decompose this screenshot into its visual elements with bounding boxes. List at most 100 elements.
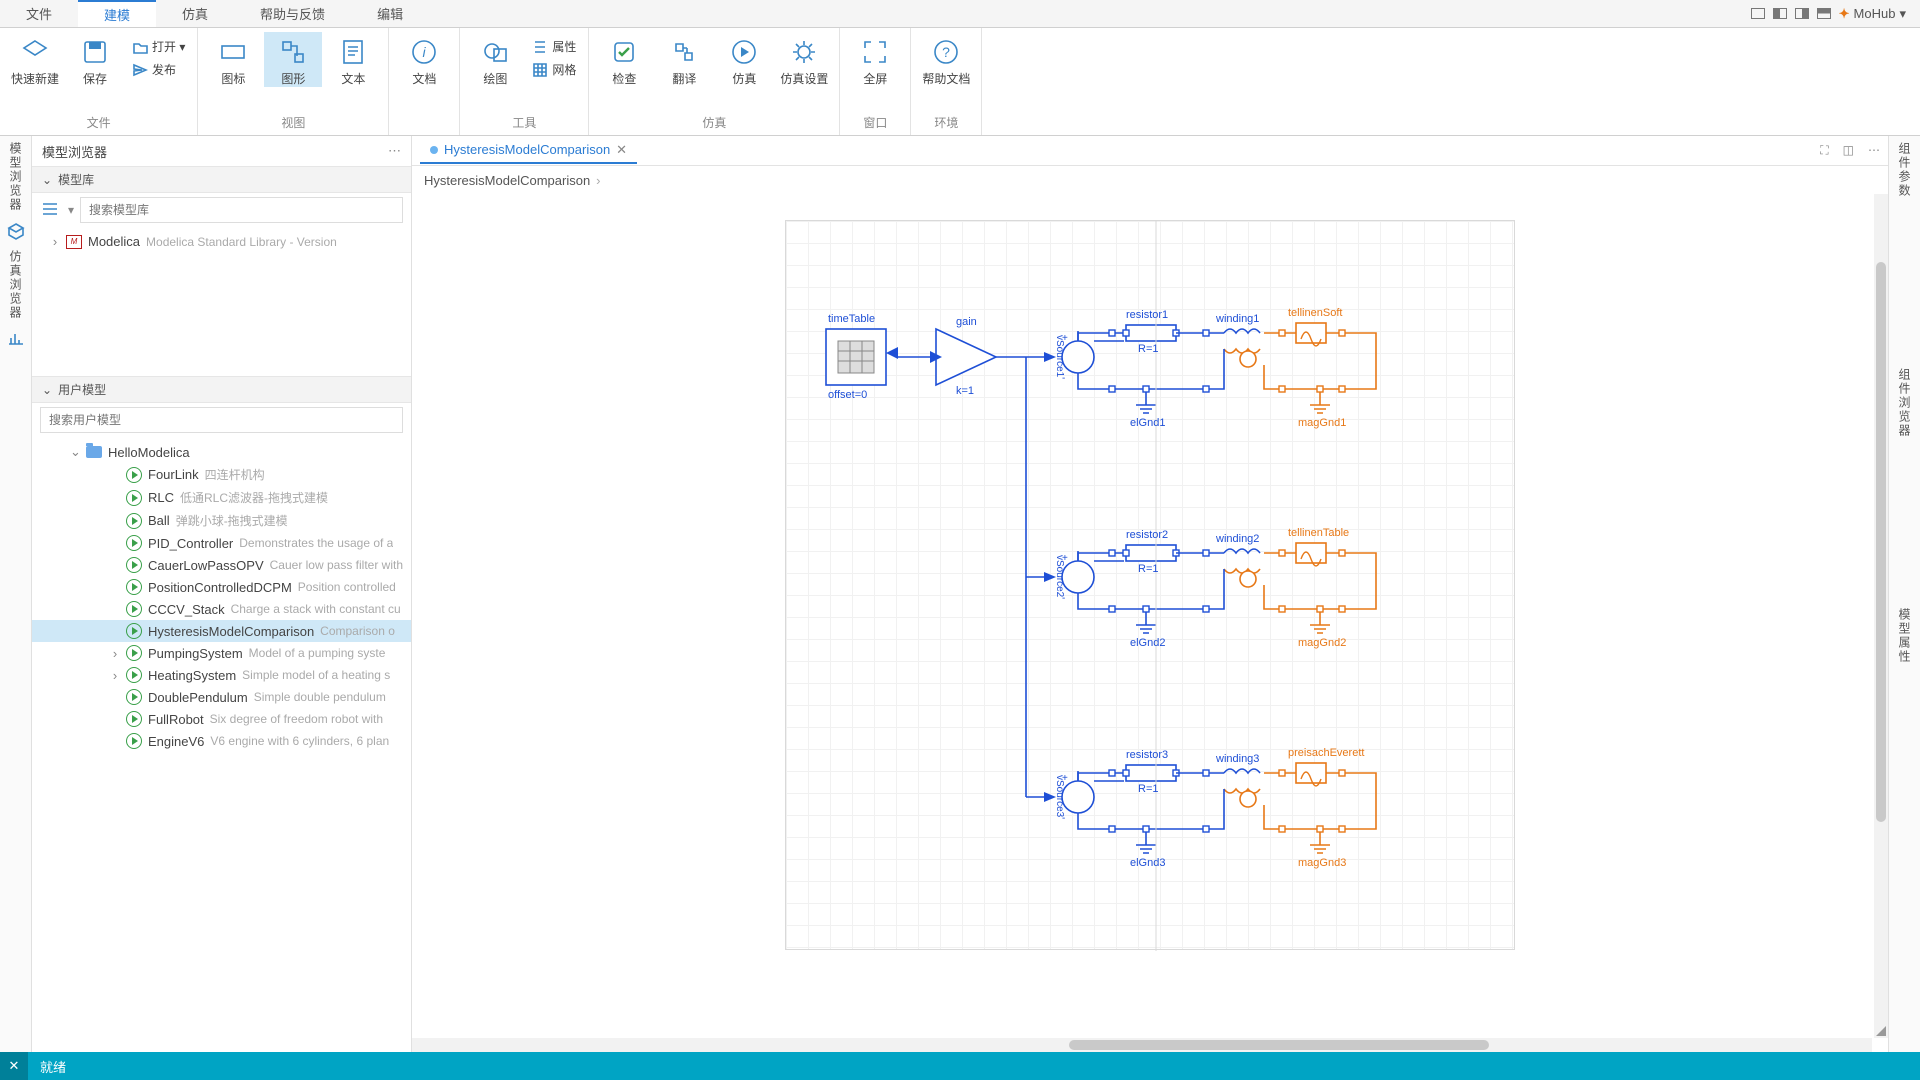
draw-button[interactable]: 绘图 <box>466 32 524 87</box>
play-icon <box>126 667 142 683</box>
diagram-label: vSource3 <box>1054 775 1065 817</box>
text-view-button[interactable]: 文本 <box>324 32 382 87</box>
group-label-file: 文件 <box>87 112 111 135</box>
status-bar: ✕ 就绪 <box>0 1052 1920 1080</box>
tool-more-icon[interactable]: ⋯ <box>1868 143 1880 158</box>
play-icon <box>126 623 142 639</box>
modellib-search-input[interactable] <box>80 197 403 223</box>
play-icon <box>126 513 142 529</box>
right-strip-comp-params[interactable]: 组件参数 <box>1896 142 1913 198</box>
play-icon <box>126 467 142 483</box>
status-close-icon[interactable]: ✕ <box>0 1052 28 1080</box>
diagram-label: R=1 <box>1138 343 1159 355</box>
modellib-root[interactable]: ›M Modelica Modelica Standard Library - … <box>32 231 411 252</box>
horizontal-scrollbar[interactable] <box>412 1038 1872 1052</box>
vertical-scrollbar[interactable] <box>1874 194 1888 1038</box>
cube-icon <box>7 222 25 240</box>
diagram-label: elGnd1 <box>1130 417 1165 429</box>
play-icon <box>126 579 142 595</box>
right-strip: 组件参数 组件浏览器 模型属性 <box>1888 136 1920 1052</box>
brand[interactable]: ✦MoHub ▾ <box>1839 6 1906 22</box>
diagram-label: magGnd2 <box>1298 637 1346 649</box>
usermodel-item-PumpingSystem[interactable]: ›PumpingSystem Model of a pumping syste <box>32 642 411 664</box>
group-label-sim: 仿真 <box>702 112 726 135</box>
diagram-label: elGnd3 <box>1130 857 1165 869</box>
usermodel-item-RLC[interactable]: RLC 低通RLC滤波器-拖拽式建模 <box>32 486 411 509</box>
menutab-model[interactable]: 建模 <box>78 0 156 27</box>
icon-view-button[interactable]: 图标 <box>204 32 262 87</box>
play-icon <box>126 490 142 506</box>
tool-icon-1[interactable]: ⛶ <box>1820 143 1828 158</box>
browser-more-icon[interactable]: ⋯ <box>388 143 401 159</box>
document-tab[interactable]: HysteresisModelComparison ✕ <box>420 138 637 164</box>
modified-dot-icon <box>430 146 438 154</box>
usermodel-item-HysteresisModelComparison[interactable]: HysteresisModelComparison Comparison o <box>32 620 411 642</box>
help-doc-button[interactable]: ?帮助文档 <box>917 32 975 87</box>
play-icon <box>126 689 142 705</box>
menutab-sim[interactable]: 仿真 <box>156 0 234 27</box>
diagram-label: offset=0 <box>828 389 867 401</box>
usermodel-item-PositionControlledDCPM[interactable]: PositionControlledDCPM Position controll… <box>32 576 411 598</box>
grid-button[interactable]: 网格 <box>526 59 582 80</box>
check-button[interactable]: 检查 <box>595 32 653 87</box>
diagram-label: resistor1 <box>1126 309 1168 321</box>
usermodel-item-CCCV_Stack[interactable]: CCCV_Stack Charge a stack with constant … <box>32 598 411 620</box>
menutab-file[interactable]: 文件 <box>0 0 78 27</box>
usermodel-search-input[interactable] <box>40 407 403 433</box>
usermodel-item-Ball[interactable]: Ball 弹跳小球-拖拽式建模 <box>32 509 411 532</box>
usermodel-item-DoublePendulum[interactable]: DoublePendulum Simple double pendulum <box>32 686 411 708</box>
diagram-label: vSource1 <box>1054 335 1065 377</box>
menu-bar: 文件 建模 仿真 帮助与反馈 编辑 ✦MoHub ▾ <box>0 0 1920 28</box>
graph-view-button[interactable]: 图形 <box>264 32 322 87</box>
window-layout-icon-4[interactable] <box>1817 8 1831 19</box>
doc-button[interactable]: i 文档 <box>395 32 453 87</box>
filter-icon[interactable] <box>40 201 62 219</box>
diagram-label: vSource2 <box>1054 555 1065 597</box>
play-icon <box>126 535 142 551</box>
menutab-edit[interactable]: 编辑 <box>351 0 429 27</box>
diagram-label: resistor3 <box>1126 749 1168 761</box>
breadcrumb[interactable]: HysteresisModelComparison› <box>412 166 1888 194</box>
diagram-label: gain <box>956 316 977 328</box>
right-strip-model-props[interactable]: 模型属性 <box>1896 608 1913 664</box>
diagram-label: winding2 <box>1216 533 1259 545</box>
group-label-env: 环境 <box>934 112 958 135</box>
svg-text:i: i <box>423 44 427 60</box>
usermodel-item-PID_Controller[interactable]: PID_Controller Demonstrates the usage of… <box>32 532 411 554</box>
diagram-label: elGnd2 <box>1130 637 1165 649</box>
diagram-label: magGnd1 <box>1298 417 1346 429</box>
publish-button[interactable]: 发布 <box>126 59 191 80</box>
play-icon <box>126 557 142 573</box>
usermodel-item-HeatingSystem[interactable]: ›HeatingSystem Simple model of a heating… <box>32 664 411 686</box>
diagram-label: tellinenTable <box>1288 527 1349 539</box>
usermodel-header[interactable]: ⌄用户模型 <box>32 376 411 403</box>
left-strip-model-browser[interactable]: 模型浏览器 <box>7 142 24 212</box>
left-strip-sim-browser[interactable]: 仿真浏览器 <box>7 250 24 320</box>
save-button[interactable]: 保存 <box>66 32 124 87</box>
modellib-header[interactable]: ⌄模型库 <box>32 166 411 193</box>
usermodel-item-FourLink[interactable]: FourLink 四连杆机构 <box>32 463 411 486</box>
fullscreen-button[interactable]: 全屏 <box>846 32 904 87</box>
close-tab-icon[interactable]: ✕ <box>616 142 627 158</box>
usermodel-root[interactable]: ⌄HelloModelica <box>32 441 411 463</box>
resize-corner-icon[interactable] <box>1876 1026 1886 1036</box>
window-layout-icon-2[interactable] <box>1773 8 1787 19</box>
diagram-label: resistor2 <box>1126 529 1168 541</box>
ribbon: 快速新建 保存 打开 ▾ 发布 文件 图标 图形 <box>0 28 1920 136</box>
simulate-button[interactable]: 仿真 <box>715 32 773 87</box>
sim-settings-button[interactable]: 仿真设置 <box>775 32 833 87</box>
usermodel-item-CauerLowPassOPV[interactable]: CauerLowPassOPV Cauer low pass filter wi… <box>32 554 411 576</box>
tool-icon-2[interactable]: ◫ <box>1843 143 1854 158</box>
open-button[interactable]: 打开 ▾ <box>126 36 191 57</box>
window-layout-icon-1[interactable] <box>1751 8 1765 19</box>
quick-new-button[interactable]: 快速新建 <box>6 32 64 87</box>
attrs-button[interactable]: 属性 <box>526 36 582 57</box>
translate-button[interactable]: 翻译 <box>655 32 713 87</box>
usermodel-item-FullRobot[interactable]: FullRobot Six degree of freedom robot wi… <box>32 708 411 730</box>
window-layout-icon-3[interactable] <box>1795 8 1809 19</box>
menutab-help[interactable]: 帮助与反馈 <box>234 0 351 27</box>
right-strip-comp-browser[interactable]: 组件浏览器 <box>1896 368 1913 438</box>
usermodel-item-EngineV6[interactable]: EngineV6 V6 engine with 6 cylinders, 6 p… <box>32 730 411 752</box>
diagram-label: k=1 <box>956 385 974 397</box>
diagram-canvas[interactable]: +-+-+- timeTableoffset=0gaink=1vSource1r… <box>785 220 1515 950</box>
